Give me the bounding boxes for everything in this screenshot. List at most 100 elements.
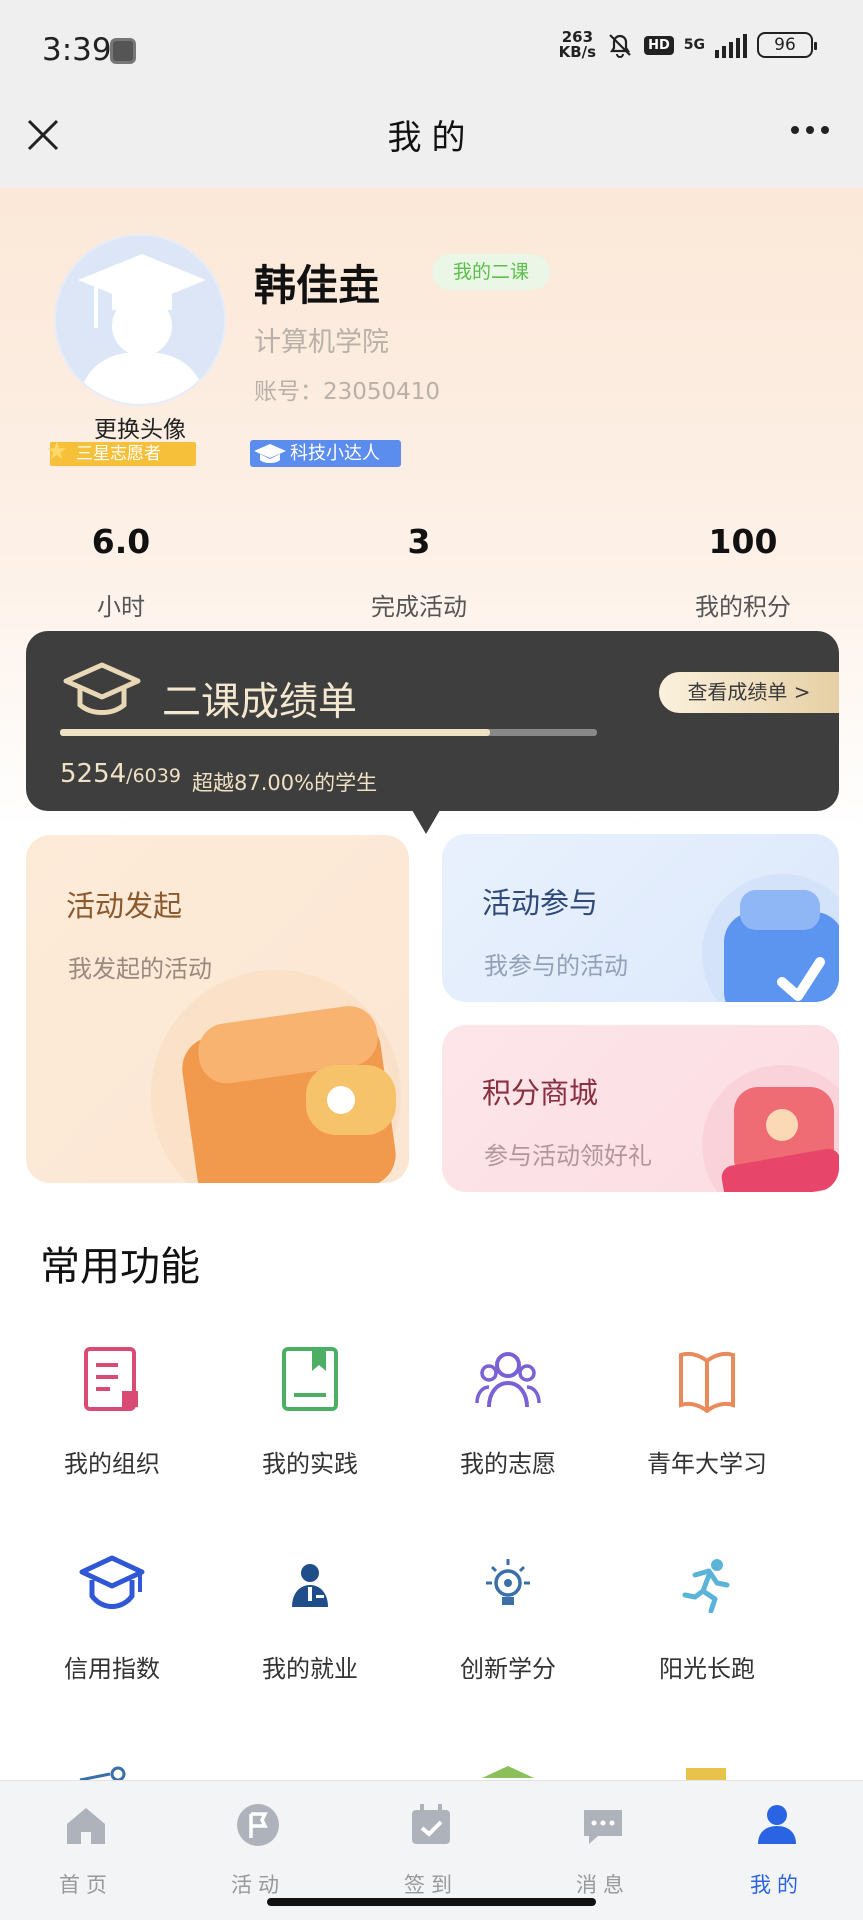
change-avatar-link[interactable]: 更换头像 — [54, 410, 226, 444]
signal-icon — [715, 32, 747, 58]
function-my-volunteer[interactable]: 我的志愿 — [408, 1338, 608, 1479]
function-label: 我的志愿 — [460, 1450, 556, 1478]
more-icon[interactable] — [791, 126, 829, 134]
transcript-progress — [60, 729, 597, 736]
score-value: 5254 — [60, 759, 127, 789]
stat-value: 6.0 — [91, 522, 151, 561]
lightbulb-icon — [486, 1559, 530, 1605]
people-icon — [475, 1352, 541, 1408]
function-label: 创新学分 — [460, 1655, 556, 1683]
open-book-icon — [679, 1351, 735, 1413]
function-sunshine-run[interactable]: 阳光长跑 — [607, 1543, 807, 1684]
transcript-score: 5254/6039 — [60, 759, 181, 789]
flag-icon — [237, 1804, 279, 1846]
college-name: 计算机学院 — [254, 327, 389, 358]
hd-icon: HD — [644, 35, 674, 55]
stat-value: 3 — [407, 522, 431, 561]
function-my-organization[interactable]: 我的组织 — [12, 1338, 212, 1479]
tab-checkin[interactable]: 签到 — [371, 1799, 491, 1899]
wallet-icon — [151, 970, 401, 1183]
partial-function-icon — [79, 1766, 126, 1780]
graduation-cap-icon — [254, 444, 286, 463]
check-badge-icon — [702, 874, 839, 1002]
network-rate: 263 KB/s — [559, 30, 596, 60]
transcript-rank: 超越87.00%的学生 — [192, 771, 378, 795]
graduation-cap-icon — [79, 1555, 145, 1609]
tab-label: 首页 — [59, 1873, 113, 1897]
tab-activity[interactable]: 活动 — [198, 1799, 318, 1899]
page-title: 我的 — [387, 118, 476, 158]
stats-row: 6.0 小时 3 完成活动 100 我的积分 — [0, 522, 863, 622]
partial-function-icon — [686, 1768, 726, 1780]
stat-label: 我的积分 — [695, 593, 791, 621]
function-label: 我的组织 — [64, 1450, 160, 1478]
network-rate-unit: KB/s — [558, 43, 597, 61]
activity-launch-card[interactable]: 活动发起 我发起的活动 — [26, 835, 409, 1183]
card-title: 积分商城 — [482, 1076, 599, 1110]
battery-icon: 96 — [757, 32, 817, 58]
graduate-avatar-icon — [76, 254, 208, 404]
tab-label: 我的 — [750, 1873, 804, 1897]
worker-icon — [292, 1564, 328, 1607]
tab-label: 签到 — [404, 1873, 458, 1897]
tech-badge-label: 科技小达人 — [290, 443, 380, 464]
view-transcript-button[interactable]: 查看成绩单 > — [659, 672, 839, 713]
points-mall-card[interactable]: 积分商城 参与活动领好礼 — [442, 1025, 839, 1192]
function-label: 信用指数 — [64, 1655, 160, 1683]
transcript-progress-fill — [60, 729, 490, 736]
network-type: 5G — [683, 37, 705, 53]
function-credit-index[interactable]: 信用指数 — [12, 1543, 212, 1684]
book-icon — [282, 1347, 338, 1411]
volunteer-badge: ★ 三星志愿者 — [46, 439, 196, 466]
calendar-check-icon — [412, 1804, 450, 1844]
transcript-pointer — [412, 810, 440, 834]
avatar[interactable] — [54, 234, 226, 406]
tab-mine[interactable]: 我的 — [717, 1799, 837, 1899]
transcript-card[interactable]: 二课成绩单 查看成绩单 > 5254/6039 超越87.00%的学生 — [26, 631, 839, 811]
tech-badge: 科技小达人 — [250, 440, 401, 467]
message-icon — [584, 1810, 622, 1844]
tab-messages[interactable]: 消息 — [543, 1799, 663, 1899]
function-label: 我的就业 — [262, 1655, 358, 1683]
card-title: 活动发起 — [66, 889, 183, 923]
function-innovation-credits[interactable]: 创新学分 — [408, 1543, 608, 1684]
tab-label: 活动 — [231, 1873, 285, 1897]
card-subtitle: 参与活动领好礼 — [484, 1142, 652, 1170]
tab-label: 消息 — [576, 1873, 630, 1897]
card-title: 活动参与 — [482, 886, 599, 920]
function-label: 阳光长跑 — [659, 1655, 755, 1683]
tab-home[interactable]: 首页 — [26, 1799, 146, 1899]
gift-icon — [702, 1065, 839, 1192]
document-icon — [84, 1347, 138, 1411]
my-second-class-tag[interactable]: 我的二课 — [432, 254, 550, 290]
stat-points[interactable]: 100 我的积分 — [643, 522, 843, 622]
mute-bell-icon — [609, 34, 631, 58]
card-subtitle: 我参与的活动 — [484, 952, 628, 980]
stat-value: 100 — [708, 522, 778, 561]
function-my-employment[interactable]: 我的就业 — [210, 1543, 410, 1684]
volunteer-badge-label: 三星志愿者 — [76, 444, 161, 464]
user-name: 韩佳垚 — [254, 261, 381, 310]
function-youth-study[interactable]: 青年大学习 — [607, 1338, 807, 1479]
account-number: 账号：23050410 — [254, 379, 441, 405]
star-icon: ★ — [46, 437, 68, 465]
status-time: 3:39 — [42, 32, 112, 68]
status-bar: 3:39 263 KB/s HD 5G 96 — [0, 0, 863, 100]
home-icon — [67, 1808, 105, 1844]
activity-join-card[interactable]: 活动参与 我参与的活动 — [442, 834, 839, 1002]
function-my-practice[interactable]: 我的实践 — [210, 1338, 410, 1479]
battery-level: 96 — [774, 35, 796, 55]
stat-hours[interactable]: 6.0 小时 — [21, 522, 221, 622]
status-icons: 263 KB/s HD 5G 96 — [559, 30, 817, 60]
mortarboard-icon — [63, 662, 141, 715]
app-notification-icon — [110, 38, 136, 64]
stat-label: 完成活动 — [371, 593, 467, 621]
transcript-title: 二课成绩单 — [162, 680, 358, 725]
stat-label: 小时 — [97, 593, 145, 621]
function-label: 青年大学习 — [647, 1450, 767, 1478]
common-functions-title: 常用功能 — [40, 1244, 200, 1290]
home-indicator[interactable] — [267, 1898, 596, 1906]
runner-icon — [682, 1559, 730, 1613]
function-label: 我的实践 — [262, 1450, 358, 1478]
stat-activities[interactable]: 3 完成活动 — [319, 522, 519, 622]
